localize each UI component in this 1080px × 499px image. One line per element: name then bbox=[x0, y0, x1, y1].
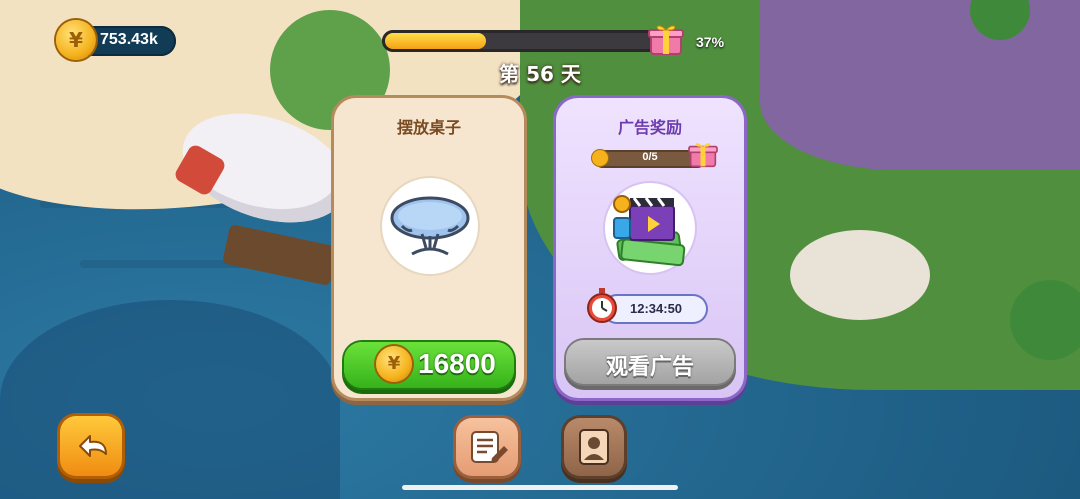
gift-icon[interactable] bbox=[648, 22, 684, 56]
day-progress-fill bbox=[385, 33, 486, 49]
table-preview bbox=[382, 178, 478, 274]
ad-reward-icon bbox=[603, 181, 697, 275]
coin-icon: ¥ bbox=[376, 346, 412, 382]
ad-reward-card[interactable]: 广告奖励 0/5 12:34:50 观看广告 bbox=[556, 98, 744, 398]
home-indicator[interactable] bbox=[402, 485, 678, 490]
ad-reward-title: 广告奖励 bbox=[617, 118, 682, 137]
portrait-button[interactable] bbox=[564, 418, 624, 476]
back-arrow-icon bbox=[79, 435, 107, 457]
portrait-frame-icon bbox=[579, 429, 609, 465]
buy-table-button[interactable]: ¥ 16800 bbox=[344, 342, 514, 388]
back-button[interactable] bbox=[60, 416, 122, 476]
coin-icon: ¥ bbox=[56, 20, 96, 60]
edit-notes-button[interactable] bbox=[456, 418, 518, 476]
coin-balance: 753.43k bbox=[100, 31, 158, 48]
palm-tree bbox=[1010, 280, 1080, 360]
place-table-card[interactable]: 摆放桌子 ¥ 16800 bbox=[334, 98, 524, 398]
watch-ad-label: 观看广告 bbox=[605, 355, 694, 380]
round-table-icon bbox=[390, 196, 470, 256]
deep-water bbox=[0, 300, 340, 499]
ad-cooldown-timer: 12:34:50 bbox=[630, 301, 683, 316]
gift-icon bbox=[688, 143, 718, 168]
day-progress-bar bbox=[382, 30, 662, 52]
stopwatch-icon bbox=[587, 288, 617, 323]
note-pencil-icon bbox=[471, 431, 508, 463]
gazebo bbox=[790, 230, 930, 320]
purple-building bbox=[760, 0, 1080, 170]
buy-table-price: 16800 bbox=[418, 348, 496, 379]
place-table-title: 摆放桌子 bbox=[396, 118, 461, 137]
day-progress-percent: 37% bbox=[696, 34, 725, 50]
day-counter: 第 56 天 bbox=[499, 62, 581, 86]
watch-ad-button[interactable]: 观看广告 bbox=[566, 340, 734, 384]
